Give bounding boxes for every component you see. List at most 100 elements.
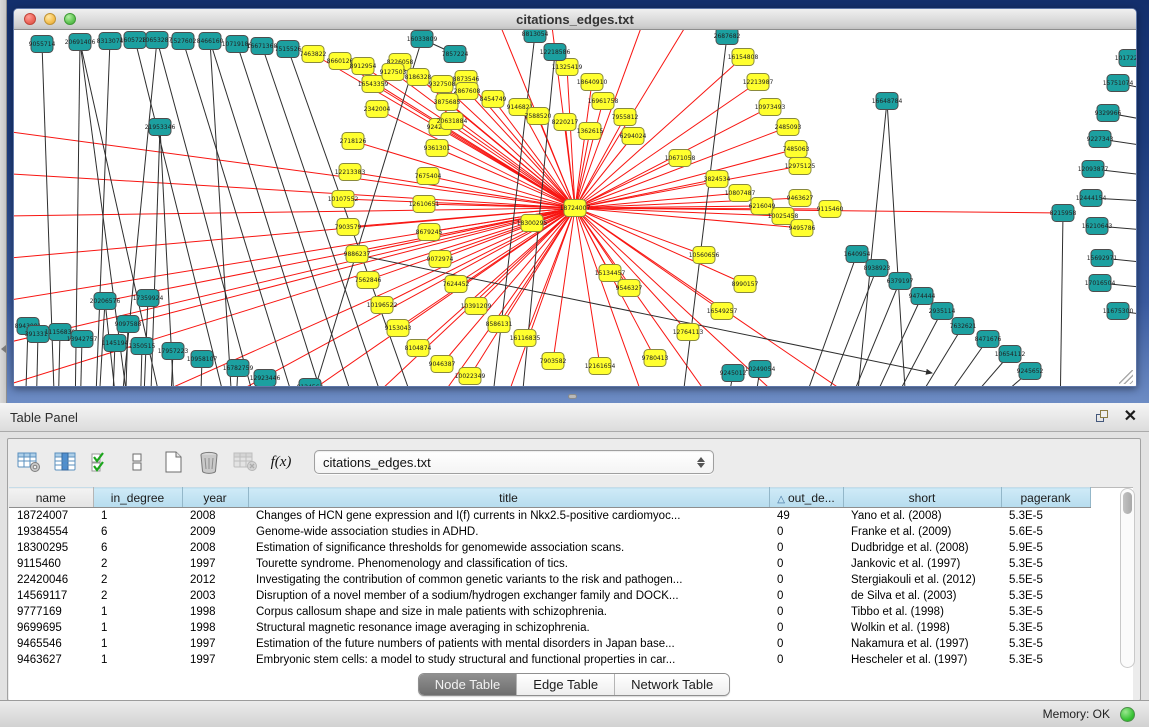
graph-node-yellow[interactable]: 11325419 [552, 59, 583, 76]
graph-node-teal[interactable]: 16648784 [872, 93, 903, 110]
graph-node-yellow[interactable]: 10560656 [689, 247, 720, 264]
graph-node-teal[interactable]: 9055714 [29, 36, 56, 53]
graph-node-teal[interactable]: 8466160 [197, 33, 224, 50]
graph-node-teal[interactable]: 9097588 [115, 316, 142, 333]
table-row[interactable]: 1456911722003Disruption of a novel membe… [9, 588, 1090, 604]
graph-node-yellow[interactable]: 3824534 [704, 171, 731, 188]
graph-node-yellow[interactable]: 10196522 [367, 297, 398, 314]
table-scrollbar-thumb[interactable] [1123, 492, 1132, 514]
graph-node-yellow[interactable]: 10671058 [665, 150, 696, 167]
graph-node-yellow[interactable]: 18640910 [577, 74, 608, 91]
table-panel-header[interactable]: Table Panel ✕ [0, 403, 1149, 432]
graph-node-yellow[interactable]: 16961758 [588, 93, 619, 110]
graph-node-teal[interactable]: 1640954 [844, 246, 871, 263]
graph-node-yellow[interactable]: 9072974 [427, 251, 454, 268]
graph-node-teal[interactable]: 12444154 [1076, 190, 1107, 207]
graph-node-yellow[interactable]: 12975125 [785, 158, 816, 175]
table-row[interactable]: 911546021997Tourette syndrome. Phenomeno… [9, 556, 1090, 572]
graph-node-teal[interactable]: 6379197 [887, 273, 914, 290]
graph-node-teal[interactable]: 17016504 [1085, 275, 1116, 292]
graph-node-teal[interactable]: 10249054 [745, 361, 776, 378]
graph-node-yellow[interactable]: 6294024 [620, 128, 647, 145]
splitter-handle[interactable] [568, 394, 577, 399]
table-settings-icon[interactable] [14, 447, 44, 477]
graph-node-yellow[interactable]: 9546327 [616, 280, 643, 297]
graph-node-teal[interactable]: 20691406 [65, 34, 96, 51]
new-document-icon[interactable] [158, 447, 188, 477]
graph-node-yellow[interactable]: 7624452 [443, 276, 470, 293]
network-graph[interactable]: 7463822866012689129541654335923420042718… [14, 30, 1136, 387]
table-row[interactable]: 1872400712008Changes of HCN gene express… [9, 508, 1090, 524]
graph-node-yellow[interactable]: 20631884 [437, 113, 468, 130]
graph-node-teal[interactable]: 8938923 [864, 260, 891, 277]
graph-node-teal[interactable]: 16782759 [223, 360, 254, 377]
graph-node-teal[interactable]: 15751074 [1103, 75, 1134, 92]
graph-node-yellow[interactable]: 3875685 [434, 94, 461, 111]
graph-node-hub[interactable]: 18724007 [560, 200, 591, 217]
graph-node-yellow[interactable]: 12161654 [585, 358, 616, 375]
graph-node-yellow[interactable]: 8220217 [552, 114, 579, 131]
graph-node-yellow[interactable]: 9361301 [424, 140, 451, 157]
graph-node-yellow[interactable]: 10807487 [725, 185, 756, 202]
table-selector-dropdown[interactable]: citations_edges.txt [314, 450, 714, 474]
column-select-icon[interactable] [50, 447, 80, 477]
graph-node-teal[interactable]: 9227343 [1087, 131, 1114, 148]
table-row[interactable]: 946554611997Estimation of the future num… [9, 636, 1090, 652]
table-row[interactable]: 969969511998Structural magnetic resonanc… [9, 620, 1090, 636]
column-header-out_de[interactable]: △out_de... [769, 488, 843, 508]
graph-node-teal[interactable]: 16210643 [1082, 218, 1113, 235]
graph-node-teal[interactable]: 2687682 [714, 30, 741, 45]
graph-node-yellow[interactable]: 9327508 [429, 76, 456, 93]
graph-node-teal[interactable]: 8813054 [522, 30, 549, 43]
table-row[interactable]: 2242004622012Investigating the contribut… [9, 572, 1090, 588]
graph-node-yellow[interactable]: 18300295 [517, 215, 548, 232]
graph-node-yellow[interactable]: 10973493 [755, 99, 786, 116]
table-row[interactable]: 1938455462009Genome-wide association stu… [9, 524, 1090, 540]
graph-node-yellow[interactable]: 2485093 [775, 119, 802, 136]
graph-node-teal[interactable]: 7632621 [950, 318, 977, 335]
table-row[interactable]: 977716911998Corpus callosum shape and si… [9, 604, 1090, 620]
graph-node-teal[interactable]: 13942757 [67, 331, 98, 348]
graph-node-teal[interactable]: 9245652 [1017, 363, 1044, 380]
graph-node-yellow[interactable]: 1362615 [577, 123, 604, 140]
graph-node-yellow[interactable]: 8990157 [732, 276, 759, 293]
table-row[interactable]: 1830029562008Estimation of significance … [9, 540, 1090, 556]
float-window-icon[interactable] [1096, 410, 1110, 424]
graph-node-teal[interactable]: 12218586 [540, 44, 571, 61]
network-window-titlebar[interactable]: citations_edges.txt [14, 9, 1136, 30]
graph-node-teal[interactable]: 10958107 [187, 351, 218, 368]
column-header-year[interactable]: year [182, 488, 248, 508]
graph-node-teal[interactable]: 10654112 [995, 346, 1026, 363]
graph-node-yellow[interactable]: 9495786 [789, 220, 816, 237]
resize-grip-icon[interactable] [1119, 370, 1133, 384]
column-header-title[interactable]: title [248, 488, 769, 508]
graph-node-teal[interactable]: 10172273 [1115, 50, 1136, 67]
graph-node-yellow[interactable]: 9046387 [429, 356, 456, 373]
graph-node-yellow[interactable]: 8104874 [405, 340, 432, 357]
graph-node-yellow[interactable]: 7463822 [300, 46, 327, 63]
graph-node-yellow[interactable]: 10022349 [455, 368, 486, 385]
graph-node-teal[interactable]: 9329966 [1095, 105, 1122, 122]
graph-node-yellow[interactable]: 8586131 [486, 316, 513, 333]
graph-node-yellow[interactable]: 9780413 [642, 350, 669, 367]
graph-node-yellow[interactable]: 2718126 [340, 133, 367, 150]
graph-node-yellow[interactable]: 7675404 [415, 168, 442, 185]
graph-node-yellow[interactable]: 8679245 [416, 224, 443, 241]
column-header-short[interactable]: short [843, 488, 1001, 508]
graph-node-yellow[interactable]: 7903582 [540, 353, 567, 370]
memory-ok-indicator-icon[interactable] [1120, 707, 1135, 722]
graph-node-yellow[interactable]: 16549257 [707, 303, 738, 320]
graph-node-yellow[interactable]: 9127503 [380, 64, 407, 81]
graph-node-teal[interactable]: 8471676 [975, 331, 1002, 348]
column-header-name[interactable]: name [9, 488, 93, 508]
graph-node-yellow[interactable]: 7485063 [783, 141, 810, 158]
graph-node-yellow[interactable]: 7588520 [525, 108, 552, 125]
table-row[interactable]: 946362711997Embryonic stem cells: a mode… [9, 652, 1090, 668]
graph-node-teal[interactable]: 10653287 [142, 32, 173, 49]
graph-node-yellow[interactable]: 9153043 [385, 320, 412, 337]
graph-node-teal[interactable]: 9245012 [720, 365, 747, 382]
graph-node-teal[interactable]: 9474444 [909, 288, 936, 305]
graph-node-teal[interactable]: 12093877 [1078, 161, 1109, 178]
graph-node-yellow[interactable]: 12213383 [335, 164, 366, 181]
graph-node-yellow[interactable]: 16116835 [510, 330, 541, 347]
